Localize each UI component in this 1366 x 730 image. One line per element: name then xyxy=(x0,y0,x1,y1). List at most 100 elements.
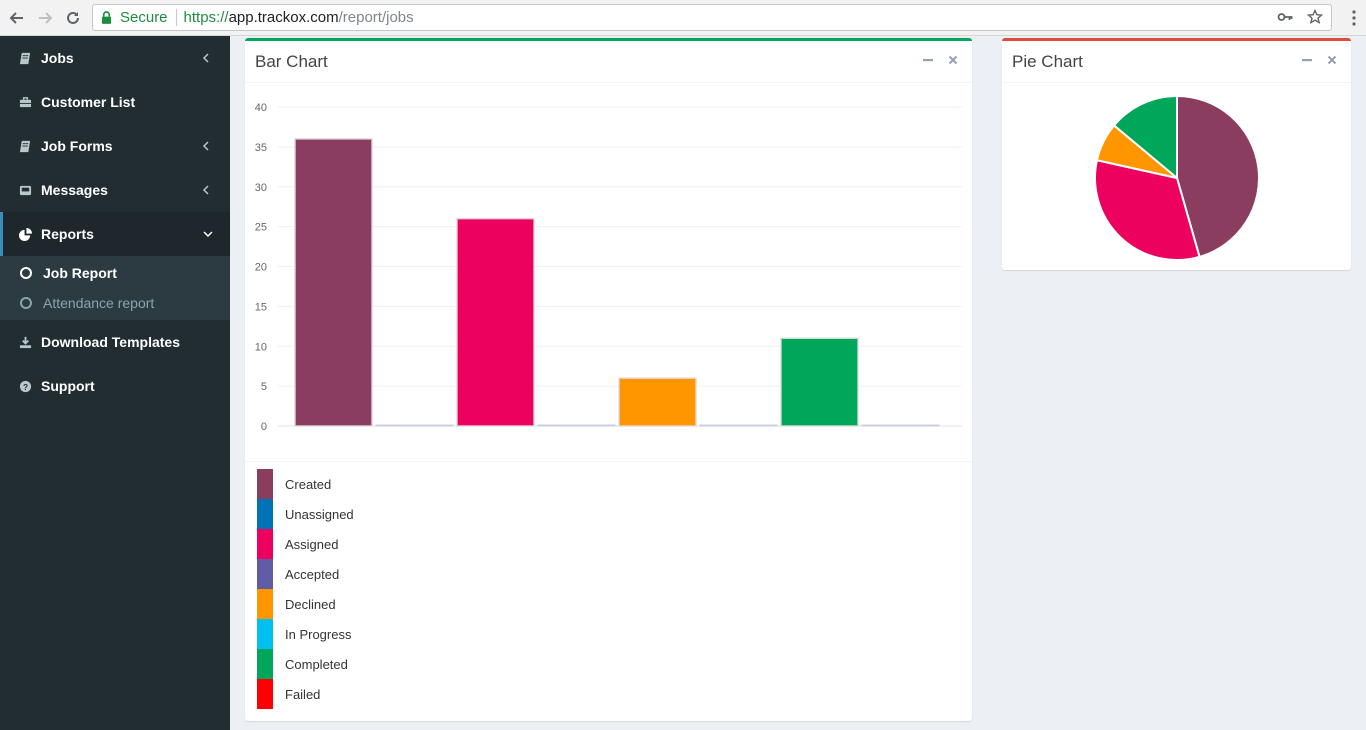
browser-menu-button[interactable] xyxy=(1352,10,1356,31)
bar-failed[interactable] xyxy=(861,424,940,427)
arrow-right-icon xyxy=(39,12,53,24)
bar-chart: 0 5 10 15 20 25 30 35 40 xyxy=(255,102,962,433)
secure-label: Secure xyxy=(120,9,168,26)
legend-swatch xyxy=(257,499,273,529)
legend-label: In Progress xyxy=(285,626,352,642)
sidebar: Jobs Customer List Job Forms Messages Re… xyxy=(0,36,230,730)
legend-swatch xyxy=(257,529,273,559)
legend-label: Accepted xyxy=(285,566,340,582)
legend-swatch xyxy=(257,619,273,649)
legend-label: Completed xyxy=(285,656,348,672)
sidebar-item-label: Job Forms xyxy=(41,138,113,154)
remove-button[interactable] xyxy=(1327,54,1337,66)
close-icon xyxy=(1327,55,1337,65)
bar-assigned[interactable] xyxy=(456,217,535,427)
url-host: app.trackox.com xyxy=(228,9,339,26)
submenu-item-job-report[interactable]: Job Report xyxy=(0,258,230,288)
legend-label: Assigned xyxy=(285,536,339,552)
download-icon xyxy=(18,335,32,349)
legend-item: Failed xyxy=(257,679,354,709)
reports-submenu: Job Report Attendance report xyxy=(0,256,230,320)
close-icon xyxy=(948,55,958,65)
forward-button[interactable] xyxy=(34,7,56,29)
address-separator xyxy=(175,9,177,26)
sidebar-item-jobs[interactable]: Jobs xyxy=(0,36,230,80)
sidebar-item-messages[interactable]: Messages xyxy=(0,168,230,212)
sidebar-item-support[interactable]: ? Support xyxy=(0,364,230,408)
submenu-item-attendance-report[interactable]: Attendance report xyxy=(0,288,230,318)
collapse-button[interactable] xyxy=(923,54,933,66)
circle-icon xyxy=(20,297,32,309)
bar-created[interactable] xyxy=(294,138,373,427)
sidebar-item-label: Reports xyxy=(41,226,94,242)
reload-icon xyxy=(67,11,79,24)
envelope-icon xyxy=(18,183,32,197)
box-title: Bar Chart xyxy=(255,51,328,71)
y-tick-label: 15 xyxy=(255,301,267,313)
browser-toolbar: Secure https:// app.trackox.com /report/… xyxy=(0,0,1366,36)
bar-completed[interactable] xyxy=(780,337,859,427)
y-tick-label: 30 xyxy=(255,182,267,194)
arrow-left-icon xyxy=(9,12,23,24)
legend-item: Assigned xyxy=(257,529,354,559)
bar-unassigned[interactable] xyxy=(375,424,454,427)
url-scheme: https:// xyxy=(183,9,229,26)
chart-legend: Created Unassigned Assigned Accepted Decline… xyxy=(257,469,354,709)
sidebar-item-customer-list[interactable]: Customer List xyxy=(0,80,230,124)
sidebar-item-label: Support xyxy=(41,378,95,394)
box-header: Bar Chart xyxy=(245,41,972,83)
bar-accepted[interactable] xyxy=(537,424,616,427)
legend-label: Unassigned xyxy=(285,506,354,522)
sidebar-item-label: Download Templates xyxy=(41,334,180,350)
chevron-left-icon xyxy=(202,141,209,151)
minus-icon xyxy=(923,59,933,62)
legend-item: In Progress xyxy=(257,619,354,649)
lock-icon xyxy=(101,11,113,25)
pie-chart xyxy=(1094,94,1260,261)
legend-divider xyxy=(245,461,972,462)
chevron-down-icon xyxy=(203,231,213,238)
bar-declined[interactable] xyxy=(618,377,697,427)
y-tick-label: 10 xyxy=(255,341,267,353)
bar-chart-box: Bar Chart 0 5 10 15 20 25 30 35 40 Created Unassi… xyxy=(245,38,972,721)
legend-item: Accepted xyxy=(257,559,354,589)
legend-label: Created xyxy=(285,476,332,492)
circle-icon xyxy=(20,267,32,279)
pie-chart-box: Pie Chart xyxy=(1002,38,1351,270)
y-tick-label: 20 xyxy=(255,262,267,274)
star-icon[interactable] xyxy=(1307,9,1323,25)
sidebar-item-label: Jobs xyxy=(41,50,74,66)
sidebar-item-reports[interactable]: Reports xyxy=(0,212,230,256)
legend-item: Declined xyxy=(257,589,354,619)
back-button[interactable] xyxy=(6,7,28,29)
y-tick-label: 35 xyxy=(255,142,267,154)
submenu-item-label: Job Report xyxy=(43,265,117,281)
legend-swatch xyxy=(257,559,273,589)
legend-swatch xyxy=(257,589,273,619)
remove-button[interactable] xyxy=(948,54,958,66)
key-icon[interactable] xyxy=(1277,9,1293,25)
y-tick-label: 25 xyxy=(255,222,267,234)
legend-item: Completed xyxy=(257,649,354,679)
box-header: Pie Chart xyxy=(1002,41,1351,83)
collapse-button[interactable] xyxy=(1302,54,1312,66)
sidebar-item-label: Customer List xyxy=(41,94,136,110)
legend-label: Failed xyxy=(285,686,321,702)
sidebar-item-download-templates[interactable]: Download Templates xyxy=(0,320,230,364)
legend-item: Unassigned xyxy=(257,499,354,529)
reload-button[interactable] xyxy=(62,7,84,29)
address-bar[interactable]: Secure https:// app.trackox.com /report/… xyxy=(92,4,1332,31)
legend-swatch xyxy=(257,469,273,499)
legend-item: Created xyxy=(257,469,354,499)
y-tick-label: 40 xyxy=(255,102,267,114)
chevron-left-icon xyxy=(202,185,209,195)
bar-in-progress[interactable] xyxy=(699,424,778,427)
url-path: /report/jobs xyxy=(338,9,414,26)
sidebar-item-job-forms[interactable]: Job Forms xyxy=(0,124,230,168)
box-title: Pie Chart xyxy=(1012,51,1083,71)
legend-swatch xyxy=(257,649,273,679)
pie-chart-icon xyxy=(18,227,32,241)
briefcase-icon xyxy=(18,95,32,109)
minus-icon xyxy=(1302,59,1312,62)
svg-text:?: ? xyxy=(22,381,27,391)
